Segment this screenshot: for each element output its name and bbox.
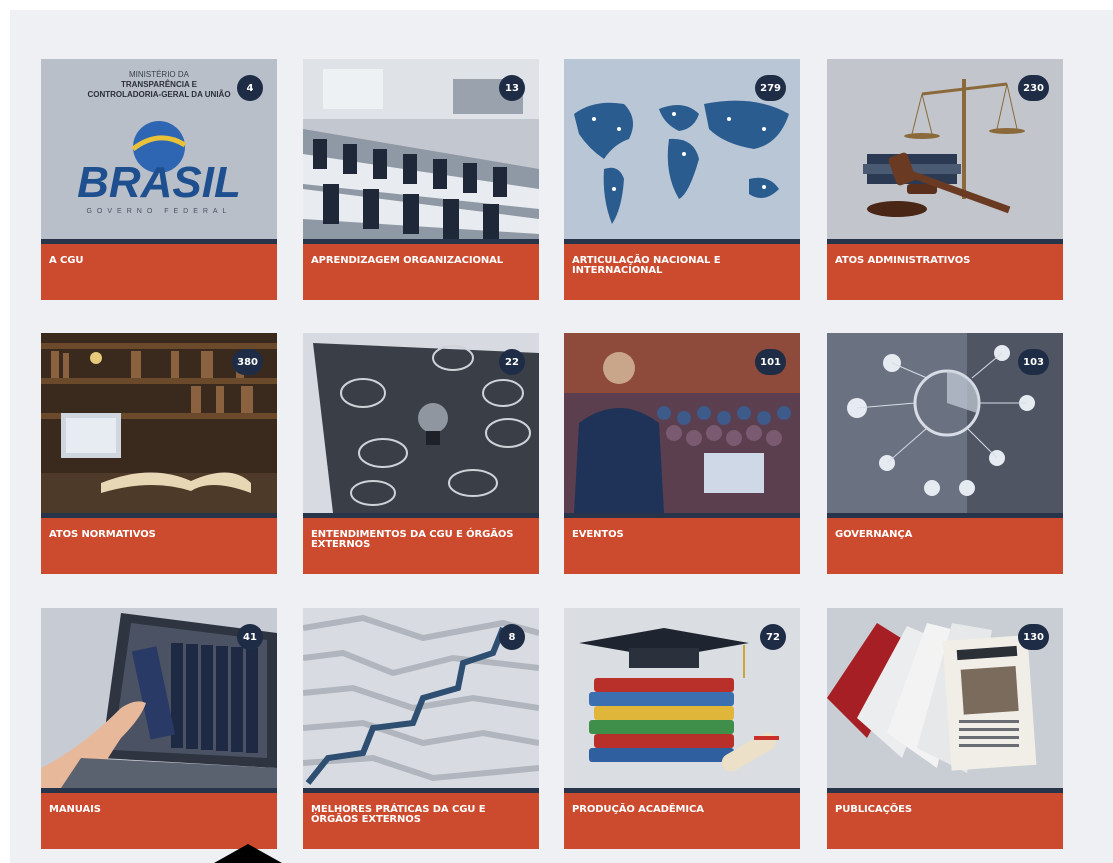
card-label: ENTENDIMENTOS DA CGU E ÓRGÃOS EXTERNOS (311, 529, 514, 550)
item-count-badge: 101 (755, 349, 786, 375)
card-label: A CGU (49, 255, 84, 266)
item-count-badge: 4 (237, 75, 263, 101)
item-count-badge: 380 (232, 349, 263, 375)
item-count-badge: 13 (499, 75, 525, 101)
card-label: ARTICULAÇÃO NACIONAL E INTERNACIONAL (572, 255, 721, 276)
mouse-pointer-icon (214, 844, 282, 863)
card-label: PUBLICAÇÕES (835, 804, 913, 815)
item-count-badge: 130 (1018, 624, 1049, 650)
category-card-eventos[interactable]: 101 EVENTOS (564, 333, 800, 574)
card-label: EVENTOS (572, 529, 624, 540)
card-label-box: ENTENDIMENTOS DA CGU E ÓRGÃOS EXTERNOS (303, 518, 539, 574)
card-label-box: APRENDIZAGEM ORGANIZACIONAL (303, 244, 539, 300)
category-card-producao-academica[interactable]: 72 PRODUÇÃO ACADÊMICA (564, 608, 800, 849)
category-card-melhores-praticas[interactable]: 8 MELHORES PRÁTICAS DA CGU E ÓRGÃOS EXTE… (303, 608, 539, 849)
category-card-aprendizagem[interactable]: 13 APRENDIZAGEM ORGANIZACIONAL (303, 59, 539, 300)
card-label-box: GOVERNANÇA (827, 518, 1063, 574)
card-label-box: ATOS ADMINISTRATIVOS (827, 244, 1063, 300)
card-label-box: ATOS NORMATIVOS (41, 518, 277, 574)
card-label-box: A CGU (41, 244, 277, 300)
category-card-a-cgu[interactable]: MINISTÉRIO DA TRANSPARÊNCIA E CONTROLADO… (41, 59, 277, 300)
logo-sub-text: GOVERNO FEDERAL (86, 208, 231, 215)
category-card-atos-administrativos[interactable]: 230 ATOS ADMINISTRATIVOS (827, 59, 1063, 300)
category-card-articulacao[interactable]: 279 ARTICULAÇÃO NACIONAL E INTERNACIONAL (564, 59, 800, 300)
card-label: APRENDIZAGEM ORGANIZACIONAL (311, 255, 504, 266)
category-card-governanca[interactable]: 103 GOVERNANÇA (827, 333, 1063, 574)
item-count-badge: 22 (499, 349, 525, 375)
item-count-badge: 41 (237, 624, 263, 650)
card-label-box: PUBLICAÇÕES (827, 793, 1063, 849)
card-label: ATOS ADMINISTRATIVOS (835, 255, 971, 266)
item-count-badge: 72 (760, 624, 786, 650)
category-card-manuais[interactable]: 41 MANUAIS (41, 608, 277, 849)
card-label: ATOS NORMATIVOS (49, 529, 156, 540)
card-label-box: MANUAIS (41, 793, 277, 849)
category-grid: MINISTÉRIO DA TRANSPARÊNCIA E CONTROLADO… (0, 0, 1113, 863)
logo-text-line3: CONTROLADORIA-GERAL DA UNIÃO (87, 90, 230, 99)
card-label: PRODUÇÃO ACADÊMICA (572, 804, 704, 815)
item-count-badge: 8 (499, 624, 525, 650)
card-label-box: PRODUÇÃO ACADÊMICA (564, 793, 800, 849)
logo-text-line2: TRANSPARÊNCIA E (121, 80, 198, 89)
logo-text-line1: MINISTÉRIO DA (129, 70, 190, 79)
category-card-atos-normativos[interactable]: 380 ATOS NORMATIVOS (41, 333, 277, 574)
item-count-badge: 103 (1018, 349, 1049, 375)
category-card-publicacoes[interactable]: 130 PUBLICAÇÕES (827, 608, 1063, 849)
card-label: GOVERNANÇA (835, 529, 913, 540)
card-label: MANUAIS (49, 804, 101, 815)
card-label: MELHORES PRÁTICAS DA CGU E ÓRGÃOS EXTERN… (311, 804, 486, 825)
item-count-badge: 279 (755, 75, 786, 101)
card-label-box: EVENTOS (564, 518, 800, 574)
card-label-box: MELHORES PRÁTICAS DA CGU E ÓRGÃOS EXTERN… (303, 793, 539, 849)
card-label-box: ARTICULAÇÃO NACIONAL E INTERNACIONAL (564, 244, 800, 300)
item-count-badge: 230 (1018, 75, 1049, 101)
logo-brand-text: BRASIL (77, 158, 241, 207)
category-card-entendimentos[interactable]: 22 ENTENDIMENTOS DA CGU E ÓRGÃOS EXTERNO… (303, 333, 539, 574)
